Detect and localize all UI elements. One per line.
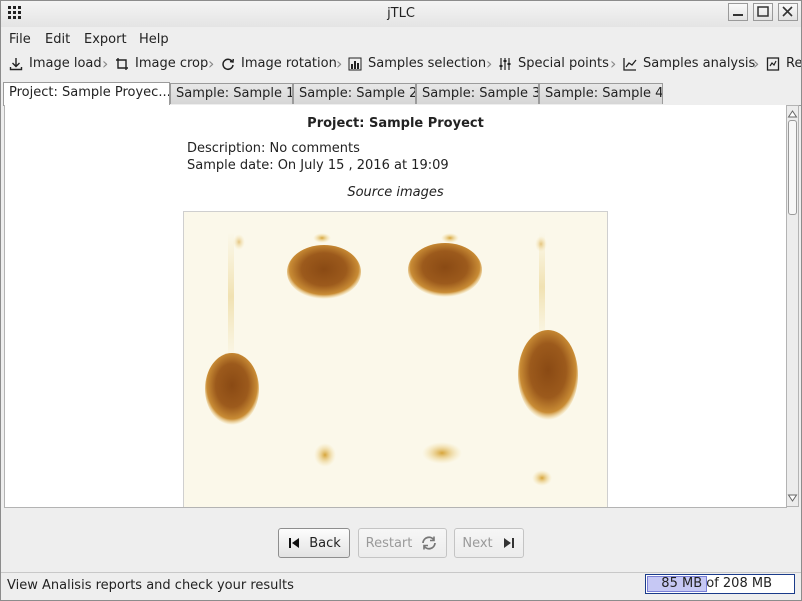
chevron-right-icon: › <box>753 54 760 73</box>
menu-file[interactable]: File <box>9 32 31 47</box>
back-label: Back <box>309 535 341 551</box>
step-label: Image load <box>29 56 102 71</box>
tab-sample-1[interactable]: Sample: Sample 1 <box>170 83 293 104</box>
close-icon <box>782 6 793 17</box>
step-reports[interactable]: Re <box>766 56 801 71</box>
chevron-right-icon: › <box>336 54 343 73</box>
chevron-right-icon: › <box>102 54 109 73</box>
report-icon <box>766 56 780 71</box>
chevron-right-icon: › <box>486 54 493 73</box>
crop-icon <box>115 57 129 71</box>
back-button[interactable]: Back <box>278 528 350 558</box>
line-chart-icon <box>623 57 637 71</box>
wizard-navigation: Back Restart Next <box>1 509 801 569</box>
refresh-icon <box>422 536 437 550</box>
menu-edit[interactable]: Edit <box>45 32 70 47</box>
step-label: Samples analysis <box>643 56 756 71</box>
minimize-button[interactable] <box>728 3 748 21</box>
rotate-icon <box>221 57 235 71</box>
scroll-thumb[interactable] <box>788 120 797 215</box>
step-label: Image rotation <box>241 56 337 71</box>
step-image-rotation[interactable]: Image rotation <box>221 56 337 71</box>
wizard-toolbar: Image load › Image crop › Image rotation… <box>1 53 801 75</box>
step-label: Special points <box>518 56 609 71</box>
sliders-icon <box>498 57 512 71</box>
step-special-points[interactable]: Special points <box>498 56 609 71</box>
tab-project[interactable]: Project: Sample Proyec... <box>3 82 170 105</box>
tab-sample-2[interactable]: Sample: Sample 2 <box>293 83 416 104</box>
step-samples-selection[interactable]: Samples selection <box>348 56 486 71</box>
next-label: Next <box>462 535 493 551</box>
status-message: View Analisis reports and check your res… <box>7 578 294 593</box>
maximize-button[interactable] <box>753 3 773 21</box>
vertical-scrollbar[interactable] <box>786 105 799 507</box>
memory-total: of 208 MB <box>706 576 772 591</box>
step-label: Re <box>786 56 801 71</box>
memory-text: 85 MB of 208 MB <box>661 576 772 591</box>
tlc-plate-image <box>183 211 608 507</box>
memory-used: 85 MB <box>661 576 703 591</box>
menu-bar: File Edit Export Help <box>1 29 801 51</box>
source-images-label: Source images <box>347 185 444 200</box>
step-image-load[interactable]: Image load <box>9 56 102 71</box>
project-sample-date: Sample date: On July 15 , 2016 at 19:09 <box>187 158 449 173</box>
status-bar: View Analisis reports and check your res… <box>1 572 801 600</box>
download-icon <box>9 57 23 71</box>
next-button[interactable]: Next <box>454 528 524 558</box>
scroll-down-icon[interactable] <box>787 492 798 504</box>
chevron-right-icon: › <box>610 54 617 73</box>
title-bar: jTLC <box>1 1 801 27</box>
minimize-icon <box>733 14 743 16</box>
menu-export[interactable]: Export <box>84 32 127 47</box>
chevron-right-icon: › <box>208 54 215 73</box>
memory-indicator[interactable]: 85 MB of 208 MB <box>645 574 795 594</box>
project-description: Description: No comments <box>187 141 360 156</box>
step-label: Samples selection <box>368 56 487 71</box>
project-title: Project: Sample Proyect <box>307 116 484 131</box>
tab-sample-3[interactable]: Sample: Sample 3 <box>416 83 539 104</box>
step-label: Image crop <box>135 56 209 71</box>
report-panel: Project: Sample Proyect Description: No … <box>4 105 787 508</box>
app-window: jTLC File Edit Export Help Image load › … <box>0 0 802 601</box>
restart-button[interactable]: Restart <box>358 528 447 558</box>
menu-help[interactable]: Help <box>139 32 169 47</box>
scroll-up-icon[interactable] <box>787 108 798 120</box>
restart-label: Restart <box>365 535 413 551</box>
maximize-icon <box>757 6 769 17</box>
skip-forward-icon <box>503 538 514 548</box>
step-image-crop[interactable]: Image crop <box>115 56 208 71</box>
close-button[interactable] <box>778 3 798 21</box>
step-samples-analysis[interactable]: Samples analysis <box>623 56 755 71</box>
tab-strip: Project: Sample Proyec... Sample: Sample… <box>3 81 801 106</box>
bar-chart-icon <box>348 57 362 71</box>
skip-back-icon <box>289 538 300 548</box>
window-title: jTLC <box>387 6 415 21</box>
tab-sample-4[interactable]: Sample: Sample 4 <box>539 83 663 104</box>
